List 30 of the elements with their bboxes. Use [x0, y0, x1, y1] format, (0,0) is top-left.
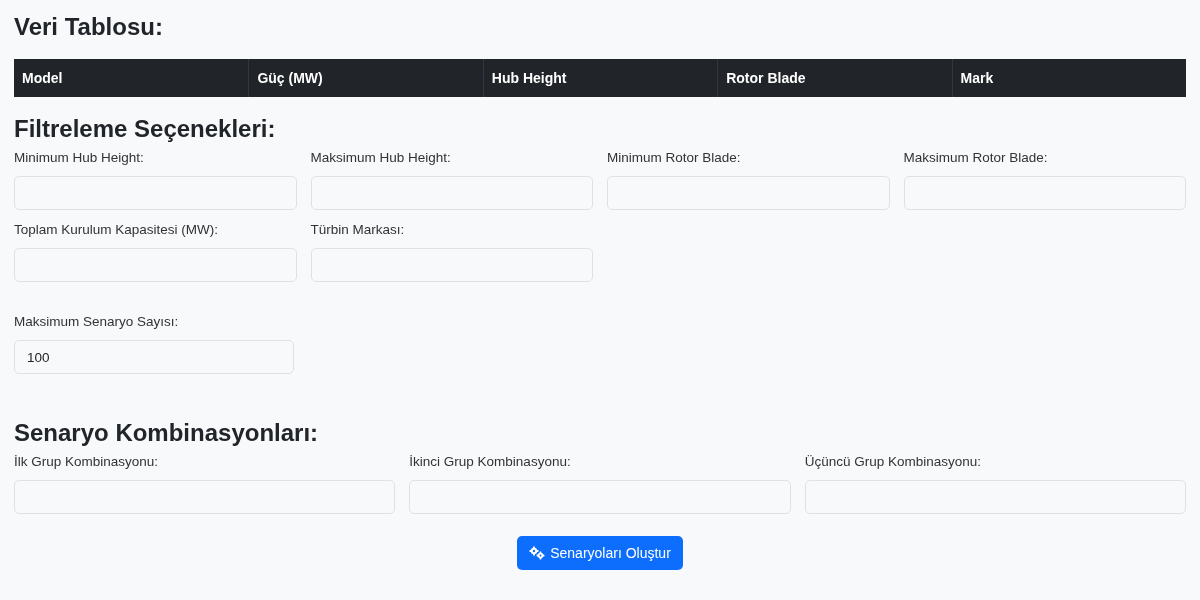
field-label: Toplam Kurulum Kapasitesi (MW):	[14, 221, 220, 239]
input-field[interactable]	[310, 176, 593, 210]
input-field[interactable]	[607, 176, 890, 210]
section-heading: Veri Tablosu:	[14, 12, 164, 42]
field-label: İlk Grup Kombinasyonu:	[14, 453, 160, 471]
input-field[interactable]	[409, 480, 791, 514]
section-heading: Filtreleme Seçenekleri:	[14, 114, 277, 144]
input-field[interactable]	[310, 248, 593, 282]
generate-button[interactable]: Senaryoları Oluştur	[517, 536, 683, 570]
input-field[interactable]	[14, 480, 396, 514]
input-field[interactable]	[903, 176, 1186, 210]
column-header: Hub Height	[482, 59, 718, 97]
field-label: Maksimum Rotor Blade:	[903, 149, 1049, 167]
field-label: Üçüncü Grup Kombinasyonu:	[804, 453, 982, 471]
field-label: Minimum Rotor Blade:	[607, 149, 742, 167]
input-field[interactable]: 100	[14, 340, 294, 374]
field-label: Maksimum Senaryo Sayısı:	[14, 313, 180, 331]
input-field[interactable]	[804, 480, 1186, 514]
column-header: Güç (MW)	[248, 59, 483, 97]
field-label: İkinci Grup Kombinasyonu:	[409, 453, 572, 471]
section-heading: Senaryo Kombinasyonları:	[14, 418, 320, 448]
field-label: Minimum Hub Height:	[14, 149, 145, 167]
column-header: Rotor Blade	[717, 59, 952, 97]
input-field[interactable]	[14, 248, 297, 282]
column-header: Mark	[951, 59, 1186, 97]
field-label: Türbin Markası:	[310, 221, 406, 239]
input-field[interactable]	[14, 176, 297, 210]
gears-icon	[529, 546, 546, 560]
column-header: Model	[21, 69, 64, 88]
field-label: Maksimum Hub Height:	[310, 149, 452, 167]
